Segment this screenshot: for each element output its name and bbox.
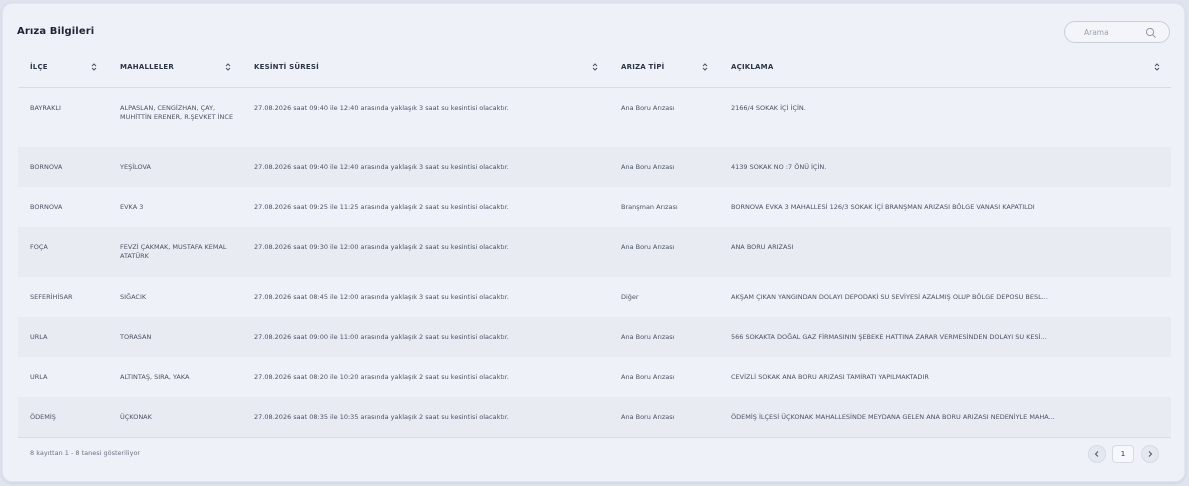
cell-kesinti-suresi: 27.08.2026 saat 08:35 ile 10:35 arasında… [242, 397, 609, 438]
cell-mahalleler: ALTINTAŞ, SIRA, YAKA [120, 373, 190, 381]
table-row[interactable]: SEFERİHİSAR SIĞACIK 27.08.2026 saat 08:4… [18, 277, 1171, 317]
table-row[interactable]: BORNOVA YEŞİLOVA 27.08.2026 saat 09:40 i… [18, 147, 1171, 187]
cell-aciklama: ÖDEMİŞ İLÇESİ ÜÇKONAK MAHALLESİNDE MEYDA… [719, 397, 1171, 438]
cell-mahalleler: EVKA 3 [120, 203, 144, 211]
column-header-aciklama[interactable]: AÇIKLAMA [719, 48, 1171, 88]
cell-ariza-tipi: Ana Boru Arızası [609, 397, 719, 438]
cell-kesinti-suresi: 27.08.2026 saat 09:40 ile 12:40 arasında… [242, 147, 609, 187]
column-header-ilce[interactable]: İLÇE [18, 48, 108, 88]
cell-kesinti-suresi: 27.08.2026 saat 09:30 ile 12:00 arasında… [242, 227, 609, 277]
table-header-row: İLÇE MAHALLELER KESİNTİ SÜRESİ ARIZA TİP… [18, 48, 1171, 88]
fault-table: İLÇE MAHALLELER KESİNTİ SÜRESİ ARIZA TİP… [18, 48, 1171, 438]
cell-ariza-tipi: Ana Boru Arızası [621, 103, 675, 112]
column-header-mahalleler[interactable]: MAHALLELER [108, 48, 242, 88]
cell-mahalleler: YEŞİLOVA [108, 147, 242, 187]
fault-info-card: Arıza Bilgileri Arama İLÇE MAHALLELER KE… [2, 3, 1185, 482]
cell-aciklama: 2166/4 SOKAK İÇİ İÇİN. [731, 103, 806, 112]
cell-mahalleler: FEVZİ ÇAKMAK, MUSTAFA KEMAL ATATÜRK [108, 227, 242, 277]
search-placeholder: Arama [1084, 28, 1109, 37]
sort-icon[interactable] [224, 61, 232, 73]
cell-aciklama: ANA BORU ARIZASI [719, 227, 1171, 277]
previous-page-button[interactable] [1088, 445, 1106, 463]
column-label: ARIZA TİPİ [621, 63, 665, 72]
cell-ilce: URLA [18, 317, 108, 357]
cell-ilce: BORNOVA [30, 203, 63, 211]
cell-mahalleler: TORASAN [108, 317, 242, 357]
cell-ariza-tipi: Ana Boru Arızası [621, 373, 675, 381]
pagination-summary: 8 kayıttan 1 - 8 tanesi gösteriliyor [30, 449, 141, 457]
cell-kesinti-suresi: 27.08.2026 saat 09:40 ile 12:40 arasında… [254, 103, 509, 112]
table-row[interactable]: ÖDEMİŞ ÜÇKONAK 27.08.2026 saat 08:35 ile… [18, 397, 1171, 438]
cell-aciklama: BORNOVA EVKA 3 MAHALLESİ 126/3 SOKAK İÇİ… [731, 203, 1035, 211]
cell-ilce: FOÇA [18, 227, 108, 277]
cell-mahalleler: SIĞACIK [120, 293, 147, 301]
page-title: Arıza Bilgileri [17, 26, 95, 37]
column-header-kesinti-suresi[interactable]: KESİNTİ SÜRESİ [242, 48, 609, 88]
cell-aciklama: 4139 SOKAK NO :7 ÖNÜ İÇİN. [719, 147, 1171, 187]
cell-kesinti-suresi: 27.08.2026 saat 08:20 ile 10:20 arasında… [254, 373, 509, 381]
search-input[interactable]: Arama [1064, 21, 1170, 43]
cell-mahalleler: ÜÇKONAK [108, 397, 242, 438]
cell-aciklama: AKŞAM ÇIKAN YANGINDAN DOLAYI DEPODAKİ SU… [731, 293, 1048, 301]
table-row[interactable]: FOÇA FEVZİ ÇAKMAK, MUSTAFA KEMAL ATATÜRK… [18, 227, 1171, 277]
cell-aciklama: CEVİZLİ SOKAK ANA BORU ARIZASI TAMİRATI … [731, 373, 929, 381]
cell-ariza-tipi: Branşman Arızası [621, 203, 678, 211]
cell-ariza-tipi: Ana Boru Arızası [609, 227, 719, 277]
next-page-button[interactable] [1141, 445, 1159, 463]
page-number-button[interactable]: 1 [1112, 445, 1134, 463]
sort-icon[interactable] [701, 61, 709, 73]
sort-icon[interactable] [591, 61, 599, 73]
cell-ariza-tipi: Ana Boru Arızası [609, 317, 719, 357]
cell-kesinti-suresi: 27.08.2026 saat 09:00 ile 11:00 arasında… [242, 317, 609, 357]
table-row[interactable]: URLA TORASAN 27.08.2026 saat 09:00 ile 1… [18, 317, 1171, 357]
cell-ilce: BORNOVA [18, 147, 108, 187]
chevron-right-icon [1148, 451, 1153, 457]
column-label: MAHALLELER [120, 63, 174, 72]
column-label: AÇIKLAMA [731, 63, 774, 72]
cell-aciklama: 566 SOKAKTA DOĞAL GAZ FİRMASININ ŞEBEKE … [719, 317, 1171, 357]
cell-ilce: URLA [30, 373, 48, 381]
cell-ilce: BAYRAKLI [30, 103, 61, 112]
search-icon[interactable] [1145, 27, 1157, 39]
table-row[interactable]: BAYRAKLI ALPASLAN, CENGİZHAN, ÇAY, MUHİT… [18, 87, 1171, 147]
cell-kesinti-suresi: 27.08.2026 saat 08:45 ile 12:00 arasında… [254, 293, 509, 301]
sort-icon[interactable] [90, 61, 98, 73]
cell-ariza-tipi: Diğer [621, 293, 639, 301]
cell-ariza-tipi: Ana Boru Arızası [609, 147, 719, 187]
column-header-ariza-tipi[interactable]: ARIZA TİPİ [609, 48, 719, 88]
chevron-left-icon [1094, 451, 1099, 457]
sort-icon[interactable] [1153, 61, 1161, 73]
table-row[interactable]: BORNOVA EVKA 3 27.08.2026 saat 09:25 ile… [18, 187, 1171, 227]
cell-ilce: ÖDEMİŞ [18, 397, 108, 438]
cell-kesinti-suresi: 27.08.2026 saat 09:25 ile 11:25 arasında… [254, 203, 509, 211]
cell-ilce: SEFERİHİSAR [30, 293, 73, 301]
table-row[interactable]: URLA ALTINTAŞ, SIRA, YAKA 27.08.2026 saa… [18, 357, 1171, 397]
column-label: İLÇE [30, 63, 48, 72]
cell-mahalleler: ALPASLAN, CENGİZHAN, ÇAY, MUHİTTİN ERENE… [120, 103, 234, 121]
column-label: KESİNTİ SÜRESİ [254, 63, 319, 72]
